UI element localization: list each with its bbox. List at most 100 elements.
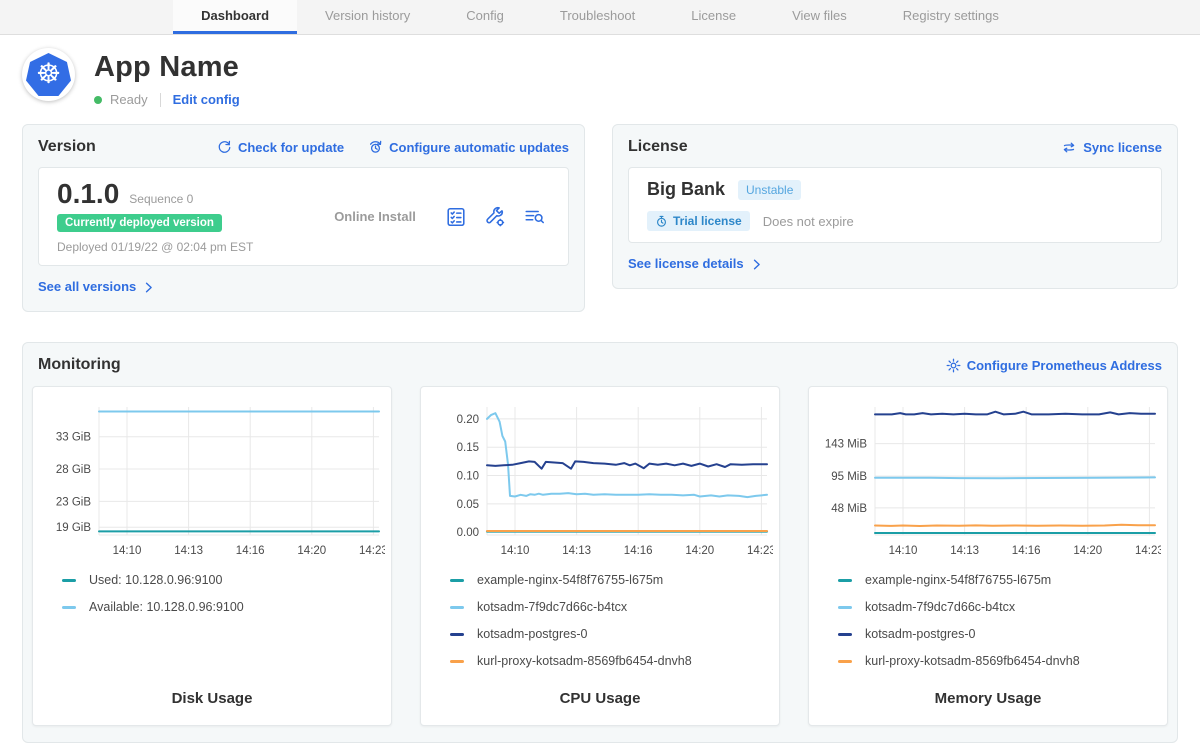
- legend-item: kotsadm-7f9dc7d66c-b4tcx: [450, 600, 771, 614]
- legend-item: example-nginx-54f8f76755-l675m: [838, 573, 1159, 587]
- main-content: ☸ App Name Ready Edit config Version: [0, 48, 1200, 743]
- monitoring-title: Monitoring: [38, 356, 121, 374]
- svg-text:14:10: 14:10: [889, 545, 918, 557]
- chart-title: Disk Usage: [41, 690, 383, 711]
- svg-text:14:23: 14:23: [1135, 545, 1161, 557]
- tab-registry-settings[interactable]: Registry settings: [875, 0, 1027, 34]
- view-logs-icon[interactable]: [523, 206, 546, 228]
- deployed-version-badge: Currently deployed version: [57, 214, 222, 232]
- trial-clock-icon: [655, 215, 668, 228]
- chevron-right-icon: [142, 281, 155, 294]
- chart-panel-memory-usage: 143 MiB95 MiB48 MiB14:1014:1314:1614:201…: [808, 386, 1168, 726]
- legend-label: kotsadm-7f9dc7d66c-b4tcx: [477, 600, 627, 614]
- channel-badge: Unstable: [738, 180, 801, 200]
- legend-label: kotsadm-postgres-0: [477, 627, 587, 641]
- legend-label: kurl-proxy-kotsadm-8569fb6454-dnvh8: [865, 654, 1080, 668]
- version-number: 0.1.0: [57, 179, 119, 208]
- disk-usage-plot: 33 GiB28 GiB23 GiB19 GiB14:1014:1314:161…: [41, 397, 385, 561]
- check-for-update-button[interactable]: Check for update: [217, 140, 344, 155]
- chart-title: Memory Usage: [817, 690, 1159, 711]
- legend-item: kotsadm-postgres-0: [838, 627, 1159, 641]
- config-wrench-icon[interactable]: [484, 206, 506, 228]
- charts-row: 33 GiB 28 GiB 23 GiB 19 GiB 14:10 14:13 14:16 1…: [32, 386, 1168, 726]
- app-logo: ☸: [22, 48, 75, 101]
- cpu-usage-legend: example-nginx-54f8f76755-l675m kotsadm-7f…: [429, 561, 771, 681]
- sync-license-button[interactable]: Sync license: [1061, 140, 1162, 155]
- svg-text:14:23: 14:23: [359, 545, 385, 557]
- tab-view-files[interactable]: View files: [764, 0, 875, 34]
- license-expiry: Does not expire: [763, 214, 854, 229]
- svg-text:28 GiB: 28 GiB: [56, 464, 91, 476]
- chart-panel-disk-usage: 33 GiB28 GiB23 GiB19 GiB14:1014:1314:161…: [32, 386, 392, 726]
- svg-text:14:13: 14:13: [174, 545, 203, 557]
- legend-item: example-nginx-54f8f76755-l675m: [450, 573, 771, 587]
- legend-label: kurl-proxy-kotsadm-8569fb6454-dnvh8: [477, 654, 692, 668]
- tab-license[interactable]: License: [663, 0, 764, 34]
- install-type-label: Online Install: [305, 209, 445, 224]
- svg-text:23 GiB: 23 GiB: [56, 497, 91, 509]
- auto-update-clock-icon: [368, 140, 383, 155]
- svg-text:14:20: 14:20: [685, 545, 714, 557]
- tab-troubleshoot[interactable]: Troubleshoot: [532, 0, 663, 34]
- legend-swatch: [838, 633, 852, 636]
- page-title: App Name: [94, 51, 240, 84]
- refresh-icon: [217, 140, 232, 155]
- kubernetes-icon: ☸: [26, 53, 71, 96]
- tab-version-history[interactable]: Version history: [297, 0, 438, 34]
- license-card-title: License: [628, 138, 688, 156]
- legend-swatch: [62, 579, 76, 582]
- gear-icon: [946, 358, 961, 373]
- svg-text:33 GiB: 33 GiB: [56, 432, 91, 444]
- chevron-right-icon: [750, 258, 763, 271]
- svg-text:14:20: 14:20: [297, 545, 326, 557]
- svg-text:14:20: 14:20: [1073, 545, 1102, 557]
- svg-text:14:10: 14:10: [113, 545, 142, 557]
- svg-text:0.20: 0.20: [457, 414, 479, 426]
- deployed-timestamp: Deployed 01/19/22 @ 02:04 pm EST: [57, 240, 305, 254]
- version-card: Version Check for update: [22, 124, 585, 312]
- cpu-usage-plot: 0.200.150.100.050.0014:1014:1314:1614:20…: [429, 397, 773, 561]
- svg-text:0.00: 0.00: [457, 528, 479, 540]
- license-card: License Sync license Big Bank Unstable: [612, 124, 1178, 289]
- memory-usage-plot: 143 MiB95 MiB48 MiB14:1014:1314:1614:201…: [817, 397, 1161, 561]
- configure-automatic-updates-button[interactable]: Configure automatic updates: [368, 140, 569, 155]
- legend-swatch: [838, 579, 852, 582]
- svg-text:0.05: 0.05: [457, 499, 479, 511]
- svg-text:19 GiB: 19 GiB: [56, 523, 91, 535]
- tab-config[interactable]: Config: [438, 0, 532, 34]
- sync-arrows-icon: [1061, 140, 1077, 155]
- legend-item: kotsadm-postgres-0: [450, 627, 771, 641]
- legend-item: kotsadm-7f9dc7d66c-b4tcx: [838, 600, 1159, 614]
- current-version-panel: 0.1.0 Sequence 0 Currently deployed vers…: [38, 167, 569, 266]
- chart-title: CPU Usage: [429, 690, 771, 711]
- legend-label: Available: 10.128.0.96:9100: [89, 600, 244, 614]
- license-type-badge: Trial license: [647, 211, 750, 231]
- memory-usage-legend: example-nginx-54f8f76755-l675m kotsadm-7f…: [817, 561, 1159, 681]
- preflight-checklist-icon[interactable]: [445, 206, 467, 228]
- ready-status-dot: [94, 96, 102, 104]
- legend-swatch: [450, 579, 464, 582]
- svg-text:14:23: 14:23: [747, 545, 773, 557]
- svg-text:14:13: 14:13: [562, 545, 591, 557]
- svg-text:14:16: 14:16: [1012, 545, 1041, 557]
- legend-swatch: [62, 606, 76, 609]
- legend-item: Used: 10.128.0.96:9100: [62, 573, 383, 587]
- license-panel: Big Bank Unstable Trial license: [628, 167, 1162, 243]
- monitoring-card: Monitoring Configure Prometheus Address: [22, 342, 1178, 743]
- legend-item: Available: 10.128.0.96:9100: [62, 600, 383, 614]
- app-header: ☸ App Name Ready Edit config: [22, 48, 1178, 107]
- configure-prometheus-button[interactable]: Configure Prometheus Address: [946, 358, 1162, 373]
- disk-usage-legend: Used: 10.128.0.96:9100 Available: 10.128.…: [41, 561, 383, 627]
- legend-swatch: [450, 633, 464, 636]
- legend-label: kotsadm-postgres-0: [865, 627, 975, 641]
- svg-text:0.15: 0.15: [457, 443, 479, 455]
- see-all-versions-link[interactable]: See all versions: [38, 279, 155, 294]
- see-license-details-link[interactable]: See license details: [628, 256, 763, 271]
- edit-config-link[interactable]: Edit config: [173, 92, 240, 107]
- divider: [160, 93, 161, 107]
- legend-swatch: [838, 606, 852, 609]
- version-sequence: Sequence 0: [129, 192, 193, 206]
- tab-dashboard[interactable]: Dashboard: [173, 0, 297, 34]
- svg-text:0.10: 0.10: [457, 471, 479, 483]
- legend-swatch: [450, 660, 464, 663]
